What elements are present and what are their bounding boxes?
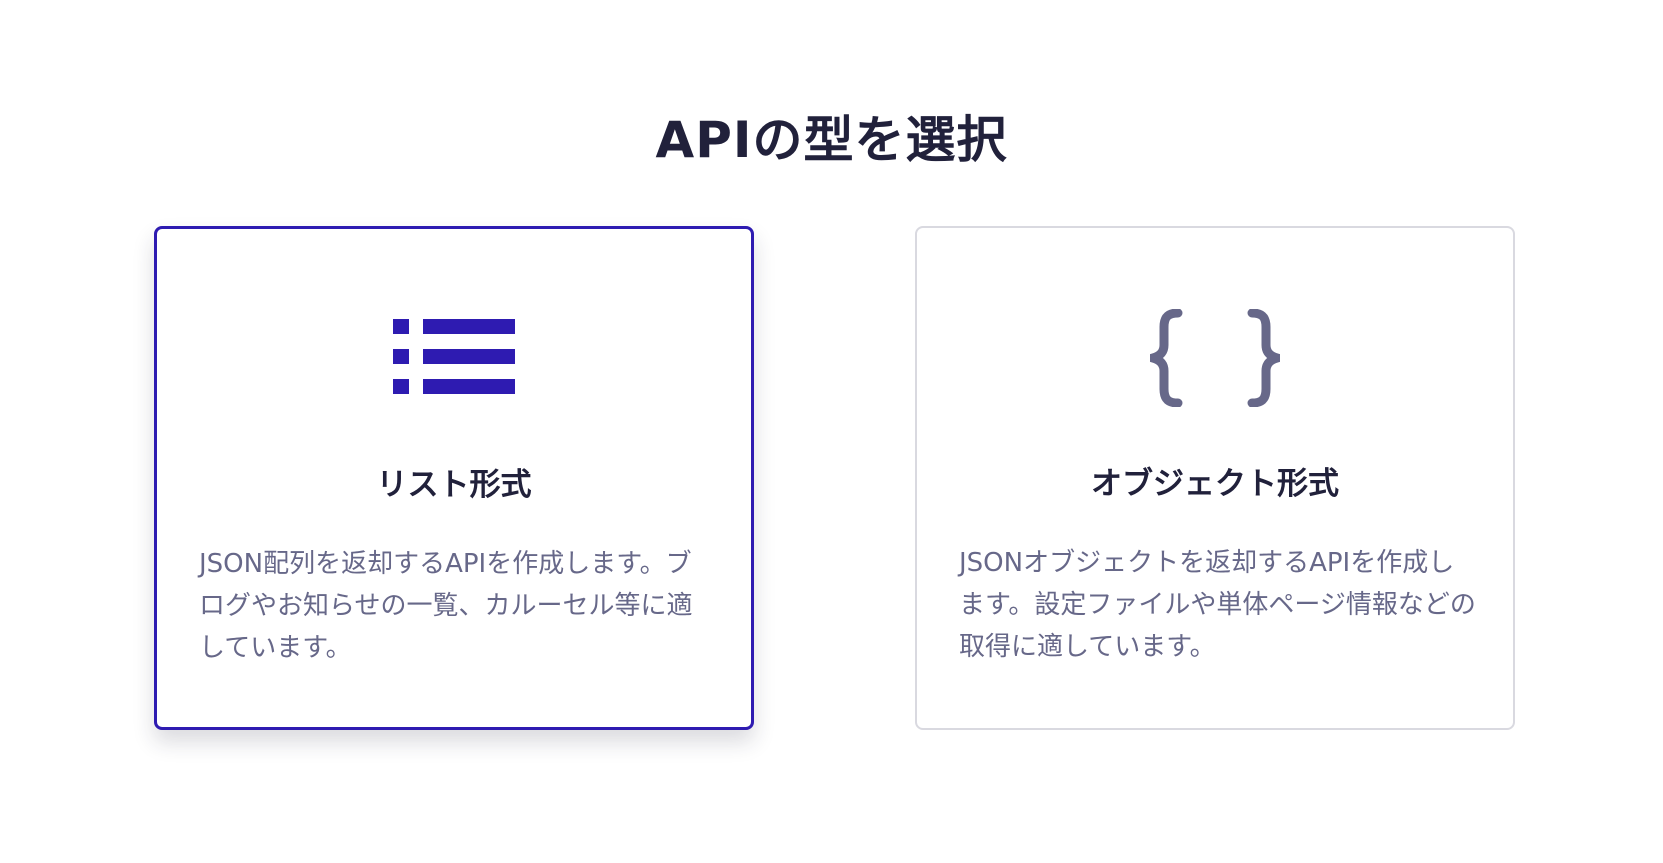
list-icon <box>157 309 751 409</box>
option-title: リスト形式 <box>376 467 532 503</box>
option-title: オブジェクト形式 <box>1091 466 1339 502</box>
api-type-selection-page: APIの型を選択 リスト形式 JSON配列を返却するAPIを作成します。ブログや… <box>0 0 1663 863</box>
option-description: JSONオブジェクトを返却するAPIを作成します。設定ファイルや単体ページ情報な… <box>959 548 1476 662</box>
page-title: APIの型を選択 <box>655 111 1008 169</box>
option-card-list[interactable]: リスト形式 JSON配列を返却するAPIを作成します。ブログやお知らせの一覧、カ… <box>154 226 754 730</box>
braces-icon-graphic <box>1150 309 1280 407</box>
list-icon-graphic <box>393 319 515 394</box>
option-description: JSON配列を返却するAPIを作成します。ブログやお知らせの一覧、カルーセル等に… <box>199 549 693 663</box>
option-card-object[interactable]: オブジェクト形式 JSONオブジェクトを返却するAPIを作成します。設定ファイル… <box>915 226 1515 730</box>
braces-icon <box>917 308 1513 408</box>
